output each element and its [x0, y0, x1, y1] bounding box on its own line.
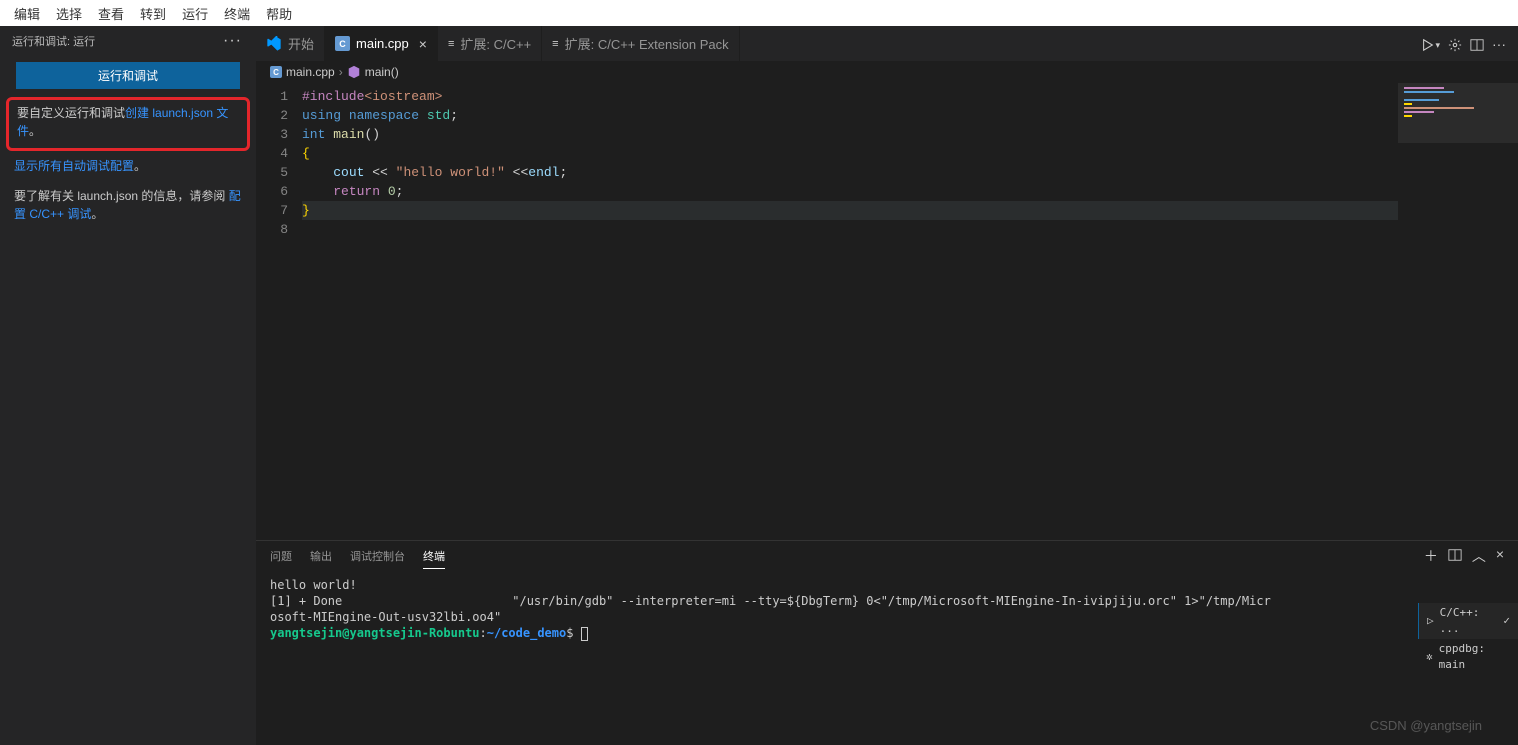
run-icon[interactable]: ▾ [1421, 35, 1440, 51]
sidebar-title: 运行和调试: 运行 [12, 33, 95, 49]
terminal-line: hello world! [270, 577, 1504, 593]
breadcrumb[interactable]: C main.cpp › main() [256, 61, 1518, 83]
terminal-prompt: yangtsejin@yangtsejin-Robuntu:~/code_dem… [270, 625, 1504, 641]
tab-ext-cpp[interactable]: ≡ 扩展: C/C++ [438, 26, 542, 61]
menu-select[interactable]: 选择 [48, 4, 90, 23]
close-icon[interactable]: × [419, 36, 427, 52]
close-panel-icon[interactable]: × [1496, 542, 1504, 570]
sidebar-header: 运行和调试: 运行 ··· [0, 26, 256, 56]
bug-icon: ✲ [1426, 649, 1433, 665]
more-icon[interactable]: ··· [219, 32, 246, 50]
minimap[interactable] [1398, 83, 1518, 223]
terminal-line: [1] + Done"/usr/bin/gdb" --interpreter=m… [270, 593, 1504, 609]
code-content[interactable]: #include<iostream>using namespace std;in… [302, 83, 1518, 540]
show-all-configs: 显示所有自动调试配置。 [0, 151, 256, 181]
tab-welcome[interactable]: 开始 [256, 26, 325, 61]
terminal-sidebar: ▷ C/C++: ... ✓ ✲ cppdbg: main [1418, 603, 1518, 675]
extension-icon: ≡ [552, 38, 558, 50]
terminal-task-row[interactable]: ▷ C/C++: ... ✓ [1418, 603, 1518, 639]
menu-terminal[interactable]: 终端 [216, 4, 258, 23]
cpp-file-icon: C [270, 66, 282, 78]
sidebar: 运行和调试: 运行 ··· 运行和调试 要自定义运行和调试创建 launch.j… [0, 26, 256, 745]
menu-goto[interactable]: 转到 [132, 4, 174, 23]
content-area: 运行和调试: 运行 ··· 运行和调试 要自定义运行和调试创建 launch.j… [0, 26, 1518, 745]
extension-icon: ≡ [448, 38, 454, 50]
more-actions-icon[interactable]: ··· [1492, 36, 1506, 52]
maximize-panel-icon[interactable]: ︿ [1472, 542, 1486, 570]
menu-help[interactable]: 帮助 [258, 4, 300, 23]
settings-icon[interactable] [1448, 35, 1462, 51]
new-terminal-icon[interactable]: ＋ [1424, 542, 1438, 570]
panel-tab-terminal[interactable]: 终端 [423, 544, 445, 569]
tab-main-cpp[interactable]: C main.cpp × [325, 26, 438, 61]
main-editor-area: 开始 C main.cpp × ≡ 扩展: C/C++ ≡ 扩展: C/C++ … [256, 26, 1518, 745]
menu-edit[interactable]: 编辑 [6, 4, 48, 23]
line-gutter: 12345678 [256, 83, 302, 540]
split-terminal-icon[interactable] [1448, 542, 1462, 570]
split-editor-icon[interactable] [1470, 35, 1484, 51]
terminal-line: osoft-MIEngine-Out-usv32lbi.oo4" [270, 609, 1504, 625]
run-debug-button[interactable]: 运行和调试 [16, 62, 240, 89]
editor-tabs: 开始 C main.cpp × ≡ 扩展: C/C++ ≡ 扩展: C/C++ … [256, 26, 1518, 61]
launch-config-hint: 要自定义运行和调试创建 launch.json 文件。 [6, 97, 250, 151]
panel-tab-output[interactable]: 输出 [310, 544, 332, 568]
chevron-right-icon: › [339, 65, 343, 79]
code-editor[interactable]: 12345678 #include<iostream>using namespa… [256, 83, 1518, 540]
show-all-link[interactable]: 显示所有自动调试配置 [14, 159, 134, 173]
bottom-panel: 问题 输出 调试控制台 终端 ＋ ︿ × hello world! [1] + … [256, 540, 1518, 745]
cpp-file-icon: C [335, 36, 350, 51]
vscode-icon [266, 36, 282, 52]
panel-tabs: 问题 输出 调试控制台 终端 ＋ ︿ × [256, 541, 1518, 571]
terminal-debug-row[interactable]: ✲ cppdbg: main [1418, 639, 1518, 675]
symbol-method-icon [347, 65, 361, 79]
menubar: 编辑 选择 查看 转到 运行 终端 帮助 [0, 0, 1518, 26]
terminal[interactable]: hello world! [1] + Done"/usr/bin/gdb" --… [256, 571, 1518, 745]
terminal-cursor [581, 627, 588, 641]
terminal-task-icon: ▷ [1427, 613, 1434, 629]
panel-tab-problems[interactable]: 问题 [270, 544, 292, 568]
panel-tab-debugconsole[interactable]: 调试控制台 [350, 544, 405, 568]
menu-view[interactable]: 查看 [90, 4, 132, 23]
help-para: 要了解有关 launch.json 的信息，请参阅 配置 C/C++ 调试。 [0, 181, 256, 229]
tab-ext-cpp-pack[interactable]: ≡ 扩展: C/C++ Extension Pack [542, 26, 739, 61]
menu-run[interactable]: 运行 [174, 4, 216, 23]
tab-actions: ▾ ··· [1409, 26, 1518, 61]
